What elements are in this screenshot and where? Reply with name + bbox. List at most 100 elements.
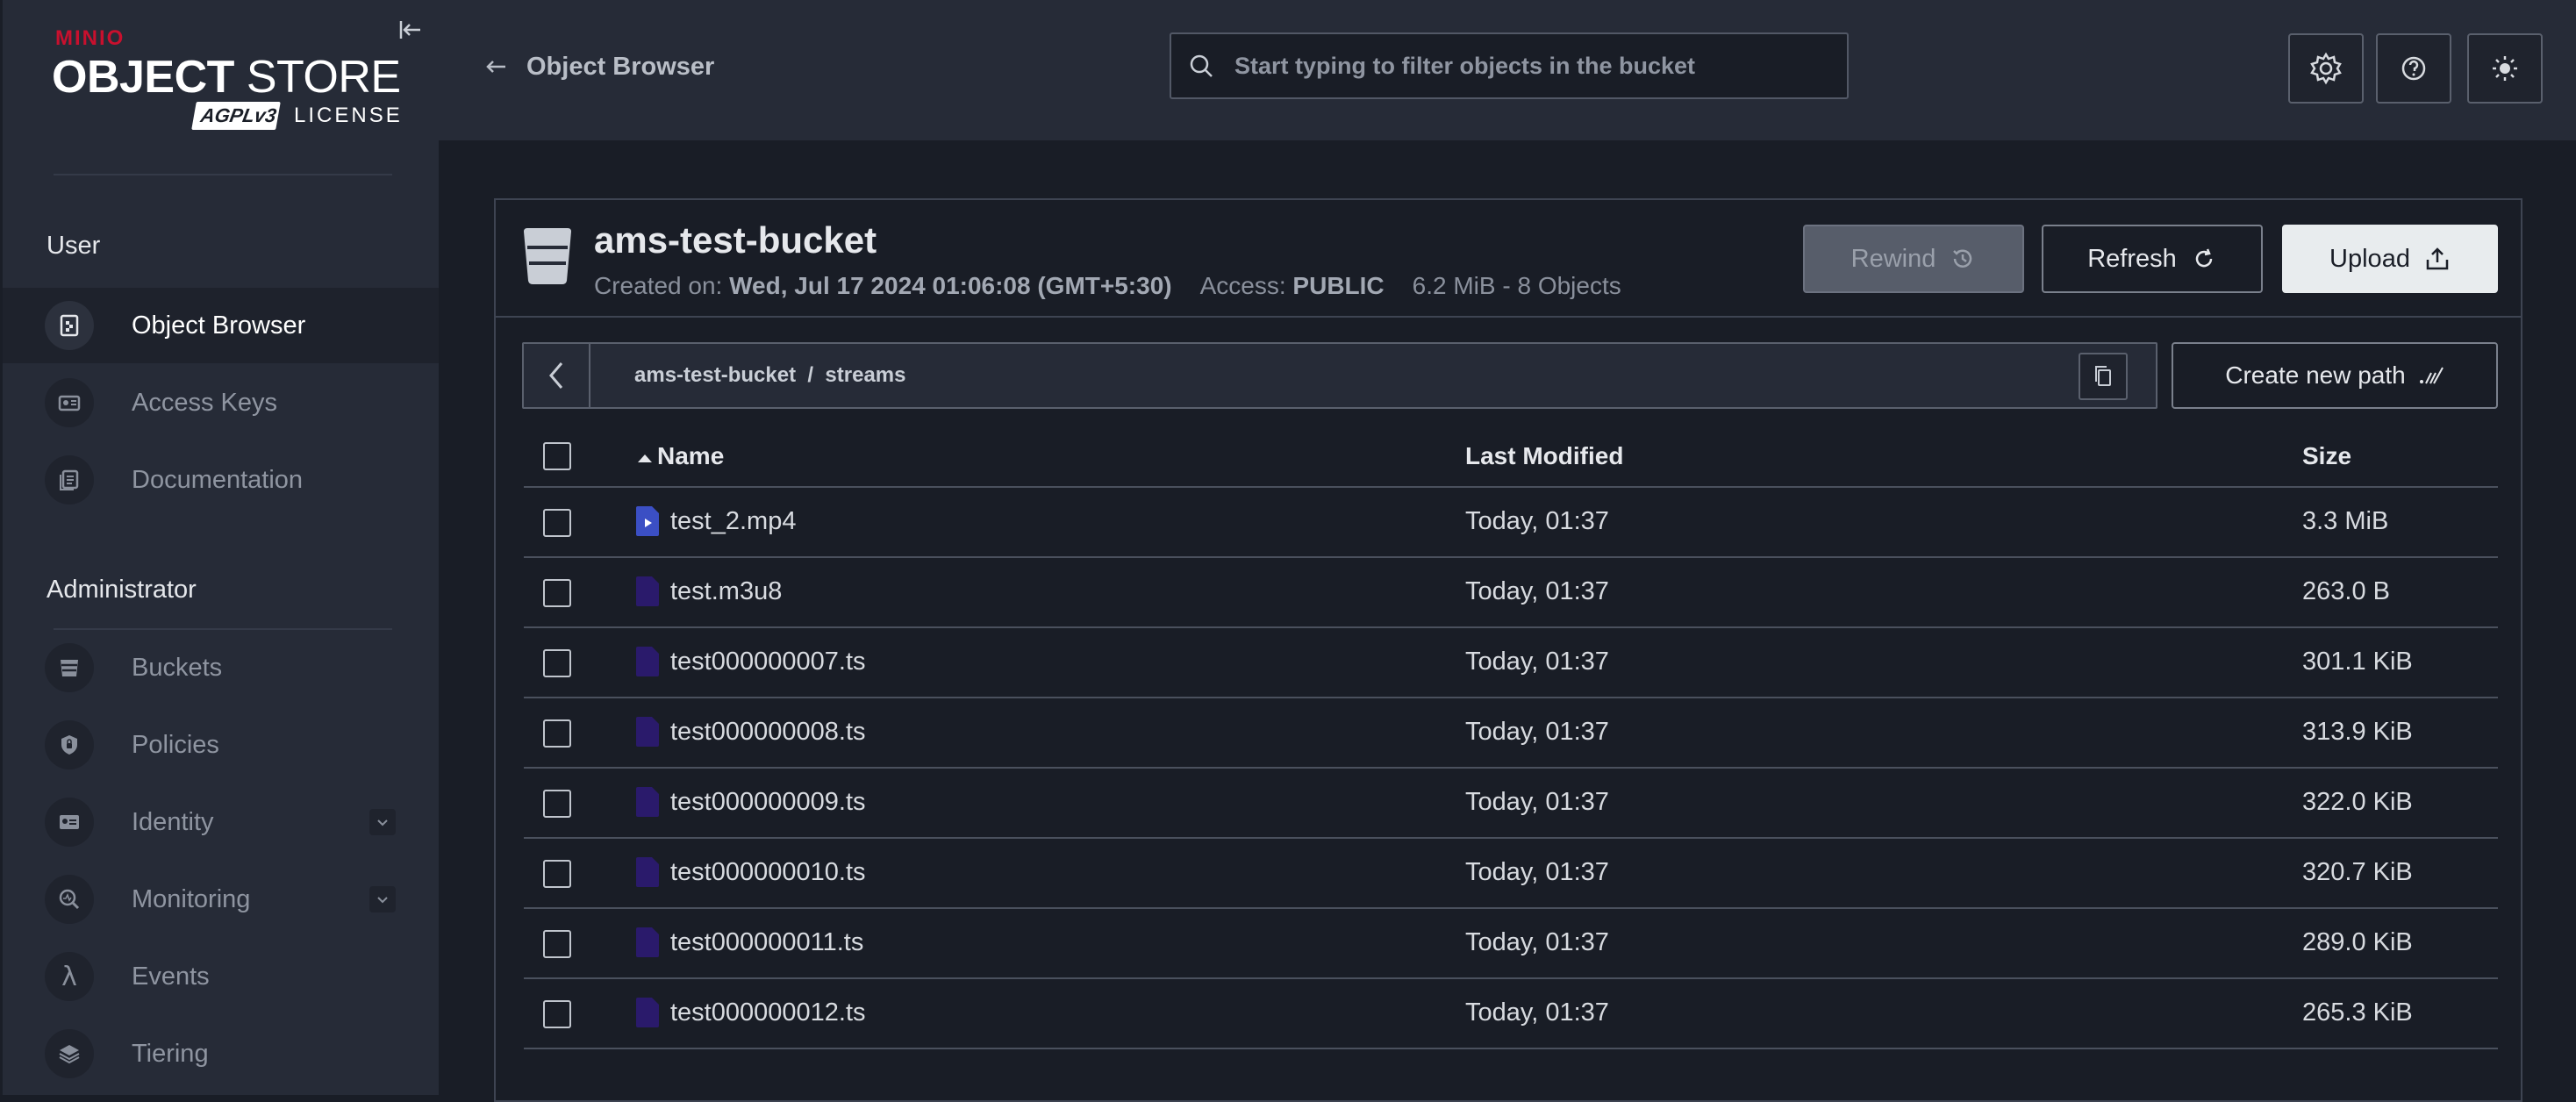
- chevron-down-icon[interactable]: [369, 886, 396, 912]
- object-name[interactable]: test000000008.ts: [670, 718, 866, 747]
- object-size: 289.0 KiB: [2302, 928, 2413, 956]
- object-modified: Today, 01:37: [1465, 928, 1609, 956]
- sidebar-item-label: Documentation: [132, 465, 304, 494]
- bucket-icon: [45, 643, 94, 692]
- table-row[interactable]: test000000012.ts Today, 01:37 265.3 KiB: [524, 979, 2498, 1049]
- sun-icon: [2493, 56, 2517, 81]
- chevron-down-icon[interactable]: [369, 809, 396, 835]
- documentation-icon: [45, 455, 94, 504]
- sidebar-item-buckets[interactable]: Buckets: [3, 630, 439, 705]
- row-checkbox[interactable]: [543, 719, 571, 748]
- access-keys-icon: [45, 378, 94, 427]
- path-back-button[interactable]: [524, 344, 590, 407]
- row-checkbox[interactable]: [543, 930, 571, 958]
- sidebar-item-object-browser[interactable]: Object Browser: [3, 288, 439, 363]
- object-name[interactable]: test000000007.ts: [670, 648, 866, 676]
- object-name[interactable]: test.m3u8: [670, 577, 782, 606]
- column-size[interactable]: Size: [2302, 442, 2351, 470]
- new-path-icon: [2419, 367, 2444, 384]
- sidebar-item-label: Buckets: [132, 653, 223, 682]
- search-input[interactable]: [1233, 51, 1829, 81]
- breadcrumb-path: ams-test-bucket / streams: [634, 363, 906, 387]
- table-row[interactable]: test_2.mp4 Today, 01:37 3.3 MiB: [524, 488, 2498, 558]
- sidebar-item-policies[interactable]: Policies: [3, 707, 439, 783]
- object-modified: Today, 01:37: [1465, 577, 1609, 605]
- table-row[interactable]: test000000009.ts Today, 01:37 322.0 KiB: [524, 769, 2498, 839]
- object-name[interactable]: test000000010.ts: [670, 858, 866, 887]
- tiering-icon: [45, 1029, 94, 1078]
- sidebar-item-tiering[interactable]: Tiering: [3, 1016, 439, 1091]
- back-label: Object Browser: [526, 52, 715, 81]
- table-row[interactable]: test000000007.ts Today, 01:37 301.1 KiB: [524, 628, 2498, 698]
- sidebar-item-label: Access Keys: [132, 388, 277, 417]
- collapse-sidebar-icon[interactable]: [396, 16, 424, 44]
- file-icon: [636, 998, 659, 1027]
- sidebar-item-events[interactable]: λ Events: [3, 939, 439, 1014]
- table-row[interactable]: test000000008.ts Today, 01:37 313.9 KiB: [524, 698, 2498, 769]
- table-row[interactable]: test.m3u8 Today, 01:37 263.0 B: [524, 558, 2498, 628]
- row-checkbox[interactable]: [543, 860, 571, 888]
- logo-license: LICENSE: [294, 104, 403, 127]
- object-modified: Today, 01:37: [1465, 788, 1609, 816]
- sidebar-item-access-keys[interactable]: Access Keys: [3, 365, 439, 440]
- file-icon: [636, 647, 659, 676]
- minio-logo: MINIO OBJECT STORE AGPLv3 LICENSE: [52, 25, 401, 139]
- breadcrumb-bucket[interactable]: ams-test-bucket: [634, 363, 796, 387]
- theme-toggle-button[interactable]: [2467, 33, 2543, 104]
- sidebar-item-documentation[interactable]: Documentation: [3, 442, 439, 518]
- object-name[interactable]: test_2.mp4: [670, 507, 796, 536]
- sidebar-item-label: Policies: [132, 730, 219, 759]
- object-modified: Today, 01:37: [1465, 998, 1609, 1027]
- row-checkbox[interactable]: [543, 579, 571, 607]
- sidebar-item-label: Object Browser: [132, 311, 306, 340]
- object-size: 322.0 KiB: [2302, 788, 2413, 816]
- object-name[interactable]: test000000011.ts: [670, 928, 863, 957]
- history-icon: [1953, 249, 1972, 268]
- identity-icon: [45, 798, 94, 847]
- row-checkbox[interactable]: [543, 1000, 571, 1028]
- section-administrator: Administrator: [47, 576, 197, 604]
- search-box[interactable]: [1170, 32, 1849, 99]
- file-icon: [636, 787, 659, 817]
- sidebar-item-monitoring[interactable]: Monitoring: [3, 862, 439, 937]
- object-modified: Today, 01:37: [1465, 507, 1609, 535]
- object-modified: Today, 01:37: [1465, 648, 1609, 676]
- video-file-icon: [636, 506, 659, 536]
- search-icon: [1190, 54, 1213, 77]
- bucket-icon: [522, 228, 573, 284]
- breadcrumb-folder[interactable]: streams: [825, 363, 905, 387]
- file-icon: [636, 717, 659, 747]
- column-name[interactable]: Name: [636, 442, 724, 470]
- upload-button[interactable]: Upload: [2282, 225, 2498, 293]
- create-new-path-button[interactable]: Create new path: [2172, 342, 2498, 409]
- sidebar-item-label: Monitoring: [132, 884, 251, 913]
- objects-table: Name Last Modified Size test_2.mp4 Today…: [524, 425, 2498, 1049]
- sidebar-item-label: Identity: [132, 807, 214, 836]
- back-to-object-browser[interactable]: Object Browser: [484, 49, 714, 84]
- bucket-name: ams-test-bucket: [594, 219, 877, 261]
- logo-product: OBJECT STORE: [52, 52, 401, 103]
- select-all-checkbox[interactable]: [543, 442, 571, 470]
- object-name[interactable]: test000000012.ts: [670, 998, 866, 1027]
- table-row[interactable]: test000000011.ts Today, 01:37 289.0 KiB: [524, 909, 2498, 979]
- object-size: 313.9 KiB: [2302, 718, 2413, 746]
- row-checkbox[interactable]: [543, 790, 571, 818]
- sidebar: MINIO OBJECT STORE AGPLv3 LICENSE User O…: [0, 0, 439, 1095]
- sidebar-item-identity[interactable]: Identity: [3, 784, 439, 860]
- settings-button[interactable]: [2288, 33, 2364, 104]
- logo-brand: MINIO: [55, 26, 125, 50]
- gear-icon: [2310, 52, 2342, 85]
- refresh-button[interactable]: Refresh: [2042, 225, 2263, 293]
- sort-asc-icon: [638, 454, 652, 462]
- object-size: 301.1 KiB: [2302, 648, 2413, 676]
- help-button[interactable]: [2376, 33, 2451, 104]
- copy-path-button[interactable]: [2079, 353, 2128, 400]
- file-icon: [636, 927, 659, 957]
- object-name[interactable]: test000000009.ts: [670, 788, 866, 817]
- row-checkbox[interactable]: [543, 509, 571, 537]
- table-row[interactable]: test000000010.ts Today, 01:37 320.7 KiB: [524, 839, 2498, 909]
- column-last-modified[interactable]: Last Modified: [1465, 442, 1623, 470]
- object-size: 3.3 MiB: [2302, 507, 2389, 535]
- row-checkbox[interactable]: [543, 649, 571, 677]
- rewind-button[interactable]: Rewind: [1803, 225, 2024, 293]
